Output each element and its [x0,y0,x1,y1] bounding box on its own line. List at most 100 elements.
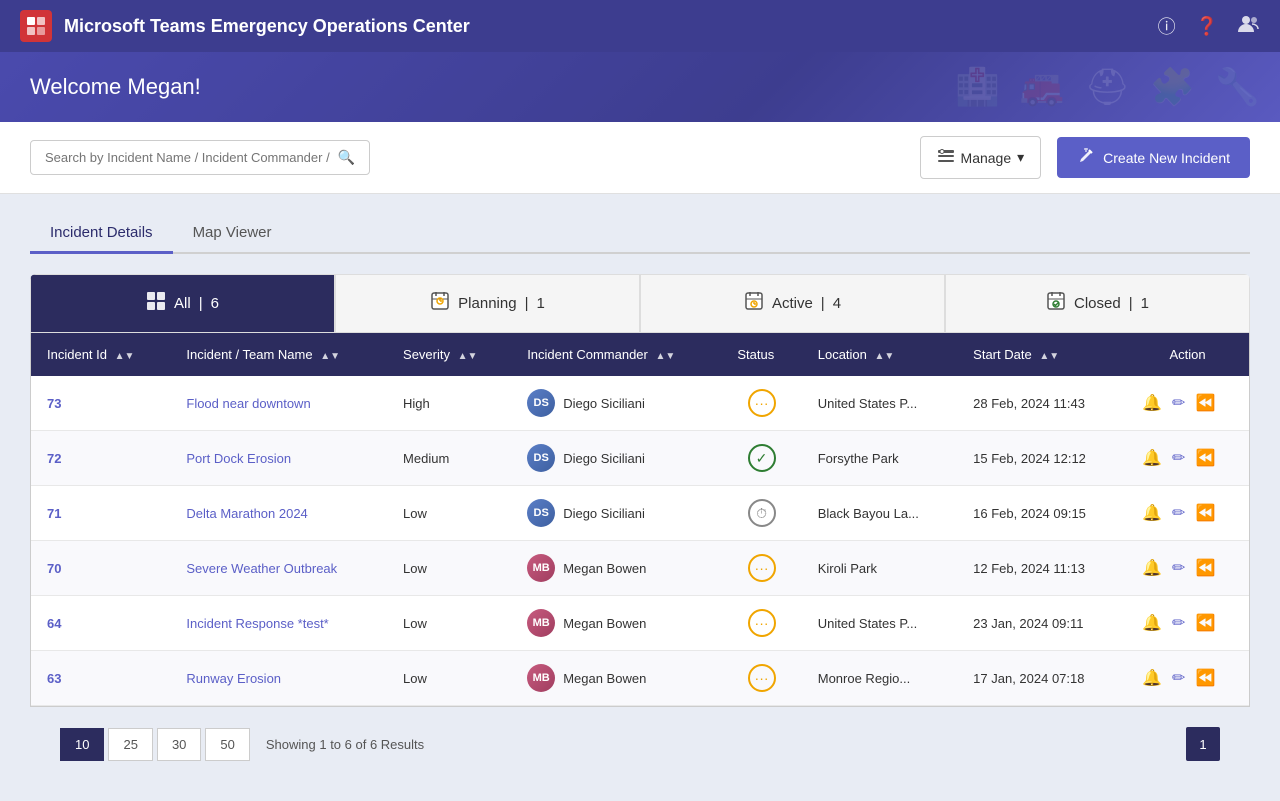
help-icon[interactable]: ❓ [1196,16,1218,37]
commander-name: Diego Siciliani [563,451,645,466]
main-content: Incident Details Map Viewer All | 6 [0,194,1280,801]
closed-tab-label: Closed [1074,295,1121,312]
cell-startdate: 23 Jan, 2024 09:11 [957,596,1126,651]
manage-button[interactable]: Manage ▾ [920,136,1042,179]
cell-severity: High [387,376,511,431]
tab-incident-details[interactable]: Incident Details [30,214,173,254]
edit-icon[interactable]: ✏ [1172,448,1185,468]
cell-action: 🔔 ✏ ⏪ [1126,651,1249,706]
create-label: Create New Incident [1103,150,1230,166]
col-name[interactable]: Incident / Team Name ▲▼ [170,333,387,376]
commander-name: Diego Siciliani [563,396,645,411]
incidents-table: Incident Id ▲▼ Incident / Team Name ▲▼ S… [31,333,1249,706]
manage-chevron-icon: ▾ [1017,149,1024,166]
planning-tab-count: 1 [536,295,544,312]
edit-icon[interactable]: ✏ [1172,503,1185,523]
showing-results-text: Showing 1 to 6 of 6 Results [266,737,424,752]
avatar: MB [527,554,555,582]
notify-icon[interactable]: 🔔 [1142,668,1162,688]
active-tab-label: Active [772,295,813,312]
col-severity[interactable]: Severity ▲▼ [387,333,511,376]
incident-id-value[interactable]: 73 [47,396,61,411]
deco-icon-1: 🏥 [955,66,1000,108]
history-icon[interactable]: ⏪ [1195,558,1215,578]
history-icon[interactable]: ⏪ [1195,393,1215,413]
cell-severity: Low [387,541,511,596]
page-size-30[interactable]: 30 [157,728,201,761]
people-icon[interactable] [1238,15,1260,38]
commander-name: Diego Siciliani [563,506,645,521]
page-size-10[interactable]: 10 [60,728,104,761]
page-size-25[interactable]: 25 [108,728,152,761]
cell-name: Runway Erosion [170,651,387,706]
history-icon[interactable]: ⏪ [1195,613,1215,633]
cell-startdate: 15 Feb, 2024 12:12 [957,431,1126,486]
active-tab-count: 4 [833,295,841,312]
edit-icon[interactable]: ✏ [1172,613,1185,633]
page-1-button[interactable]: 1 [1186,727,1220,761]
avatar: DS [527,444,555,472]
incident-id-value[interactable]: 63 [47,671,61,686]
cell-commander: DS Diego Siciliani [511,376,721,431]
table-row: 71 Delta Marathon 2024 Low DS Diego Sici… [31,486,1249,541]
planning-tab-sep: | [525,295,529,312]
incident-name-value[interactable]: Delta Marathon 2024 [186,506,307,521]
status-tab-all[interactable]: All | 6 [30,274,335,333]
all-tab-icon [146,291,166,316]
status-active-icon: ··· [748,664,776,692]
sort-name-icon: ▲▼ [320,351,340,362]
status-tab-active[interactable]: Active | 4 [640,274,945,333]
cell-name: Incident Response *test* [170,596,387,651]
notify-icon[interactable]: 🔔 [1142,613,1162,633]
create-incident-button[interactable]: Create New Incident [1057,137,1250,178]
cell-startdate: 16 Feb, 2024 09:15 [957,486,1126,541]
incident-id-value[interactable]: 71 [47,506,61,521]
pagination-pages: 1 [1186,727,1220,761]
search-container[interactable]: 🔍 [30,140,370,175]
col-commander[interactable]: Incident Commander ▲▼ [511,333,721,376]
status-tab-planning[interactable]: Planning | 1 [335,274,640,333]
col-id[interactable]: Incident Id ▲▼ [31,333,170,376]
col-startdate[interactable]: Start Date ▲▼ [957,333,1126,376]
status-tab-closed[interactable]: Closed | 1 [945,274,1250,333]
edit-icon[interactable]: ✏ [1172,668,1185,688]
avatar: DS [527,499,555,527]
search-input[interactable] [45,150,330,165]
incident-id-value[interactable]: 70 [47,561,61,576]
edit-icon[interactable]: ✏ [1172,393,1185,413]
history-icon[interactable]: ⏪ [1195,448,1215,468]
cell-action: 🔔 ✏ ⏪ [1126,541,1249,596]
incident-name-value[interactable]: Runway Erosion [186,671,281,686]
tab-map-viewer[interactable]: Map Viewer [173,214,292,254]
history-icon[interactable]: ⏪ [1195,668,1215,688]
page-size-50[interactable]: 50 [205,728,249,761]
incident-id-value[interactable]: 72 [47,451,61,466]
cell-severity: Low [387,486,511,541]
incident-name-value[interactable]: Severe Weather Outbreak [186,561,337,576]
notify-icon[interactable]: 🔔 [1142,558,1162,578]
incident-id-value[interactable]: 64 [47,616,61,631]
notify-icon[interactable]: 🔔 [1142,448,1162,468]
deco-icon-3: ⛑ [1085,66,1131,108]
incident-name-value[interactable]: Incident Response *test* [186,616,328,631]
cell-commander: MB Megan Bowen [511,651,721,706]
notify-icon[interactable]: 🔔 [1142,393,1162,413]
history-icon[interactable]: ⏪ [1195,503,1215,523]
active-tab-icon [744,291,764,316]
cell-action: 🔔 ✏ ⏪ [1126,486,1249,541]
closed-tab-icon [1046,291,1066,316]
notify-icon[interactable]: 🔔 [1142,503,1162,523]
info-icon[interactable]: ⓘ [1158,13,1176,39]
create-icon [1077,147,1095,168]
sort-date-icon: ▲▼ [1039,351,1059,362]
cell-id: 73 [31,376,170,431]
app-logo [20,10,52,42]
cell-commander: MB Megan Bowen [511,596,721,651]
incident-name-value[interactable]: Flood near downtown [186,396,310,411]
commander-name: Megan Bowen [563,616,646,631]
col-location[interactable]: Location ▲▼ [802,333,957,376]
top-header: Microsoft Teams Emergency Operations Cen… [0,0,1280,52]
col-status: Status [721,333,801,376]
edit-icon[interactable]: ✏ [1172,558,1185,578]
incident-name-value[interactable]: Port Dock Erosion [186,451,291,466]
